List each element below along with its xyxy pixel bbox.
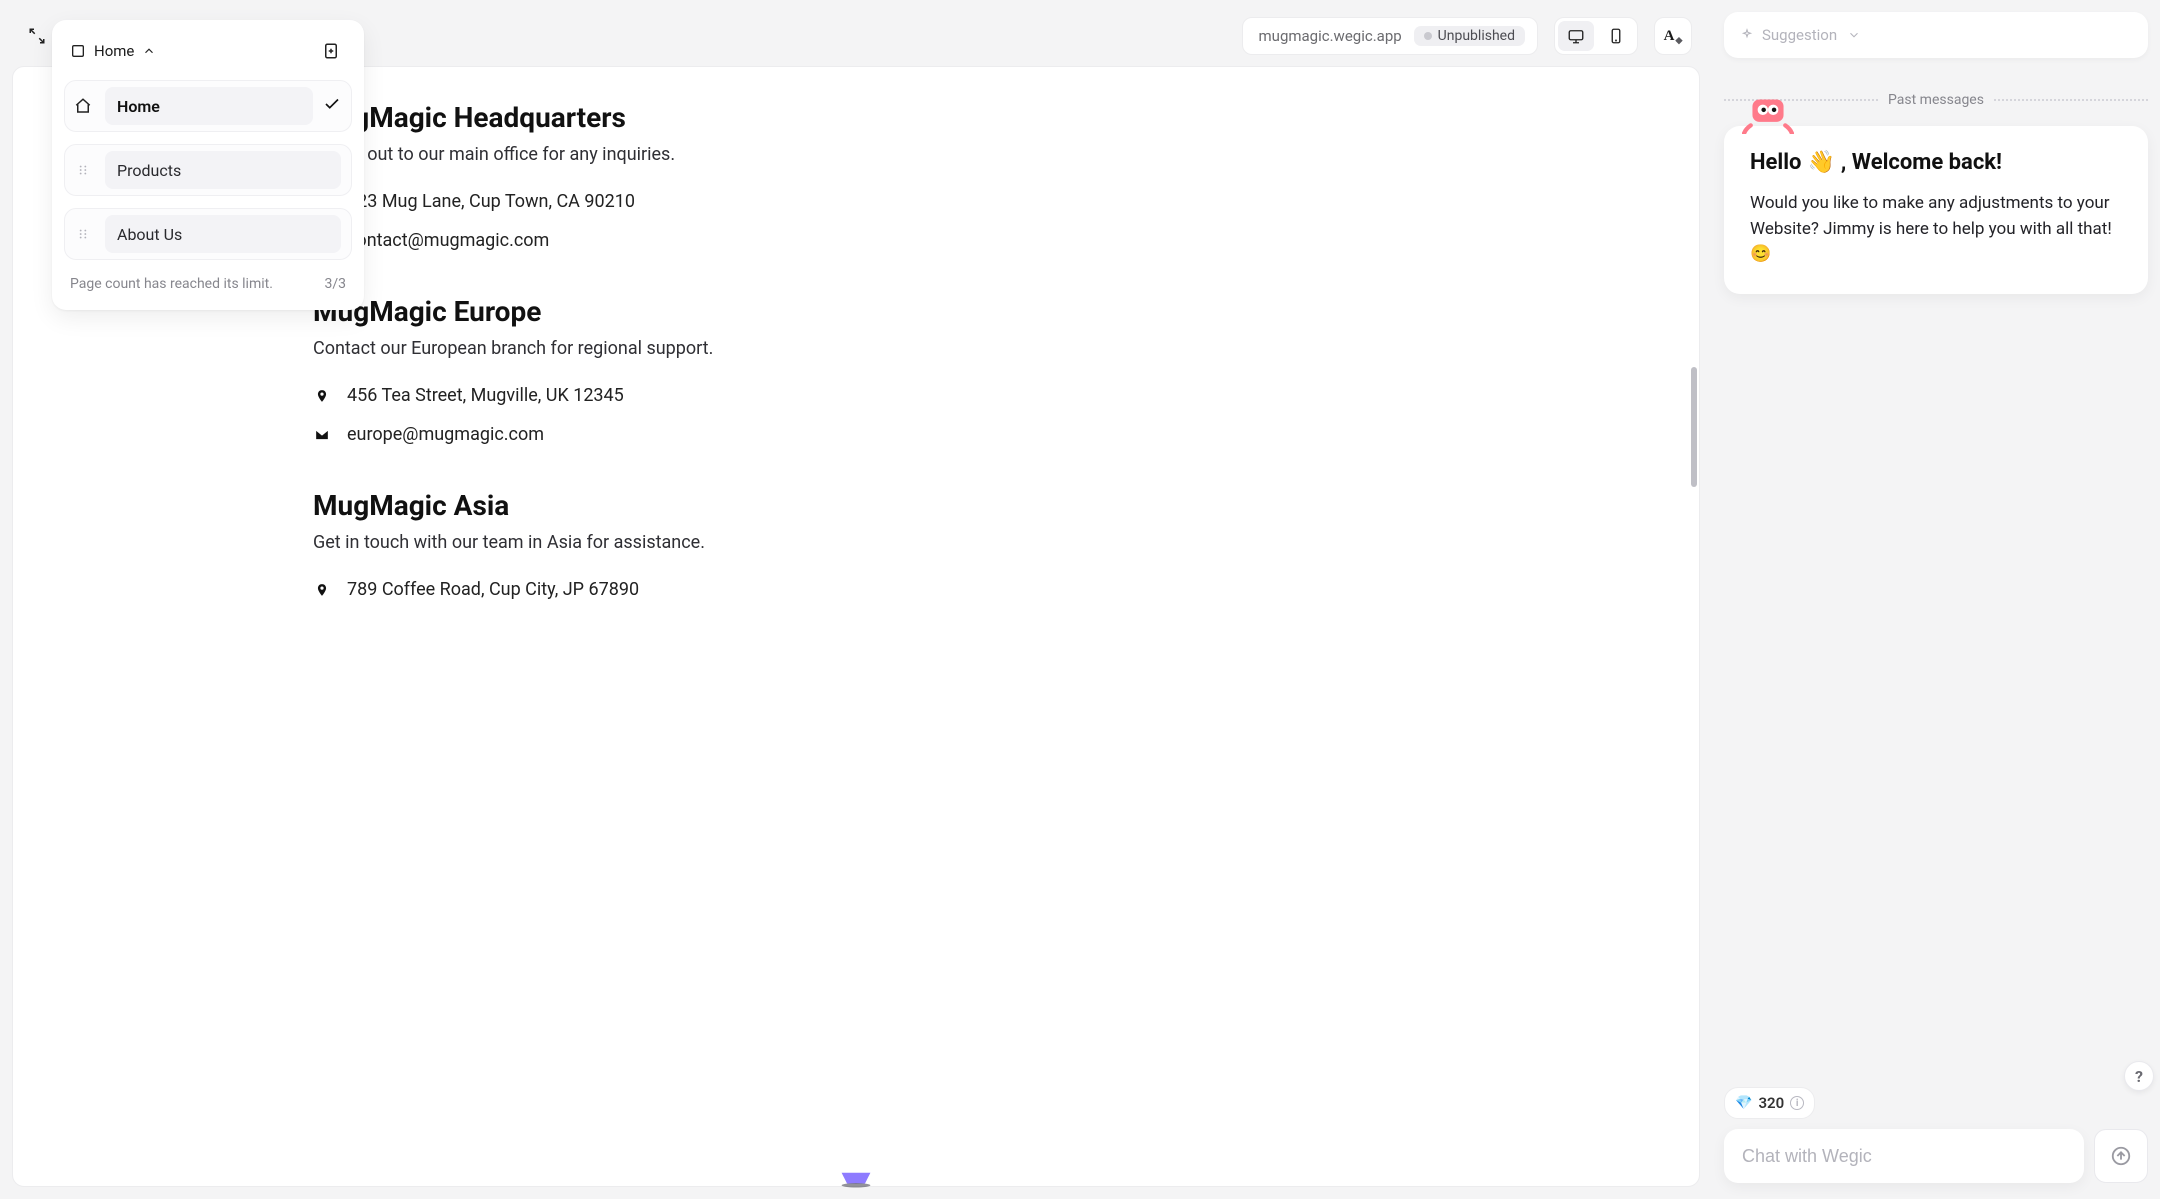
office-email-line: contact@mugmagic.com (313, 230, 1619, 251)
assistant-avatar-icon (1742, 96, 1794, 134)
device-toggle (1554, 17, 1638, 55)
page-item-products[interactable]: Products (64, 144, 352, 196)
expand-icon[interactable] (20, 19, 54, 53)
page-item-label: Home (105, 87, 313, 125)
page-limit-text: Page count has reached its limit. (70, 276, 273, 292)
suggestion-button[interactable]: Suggestion (1724, 12, 2148, 58)
mobile-view-button[interactable] (1598, 21, 1634, 51)
pages-popover-title-label: Home (94, 42, 134, 60)
greeting-suffix: , Welcome back! (1841, 150, 2002, 175)
office-email-line: europe@mugmagic.com (313, 424, 1619, 445)
info-icon[interactable]: i (1790, 1096, 1804, 1110)
office-address: 456 Tea Street, Mugville, UK 12345 (347, 385, 624, 406)
ink-drop-icon: ◆ (1675, 35, 1682, 46)
chat-input[interactable] (1724, 1129, 2084, 1183)
page-item-home[interactable]: Home (64, 80, 352, 132)
send-button[interactable] (2094, 1129, 2148, 1183)
url-text: mugmagic.wegic.app (1259, 27, 1402, 45)
office-subtitle: Get in touch with our team in Asia for a… (313, 532, 1619, 553)
office-address-line: 123 Mug Lane, Cup Town, CA 90210 (313, 191, 1619, 212)
office-block: MugMagic Asia Get in touch with our team… (313, 489, 1619, 600)
office-subtitle: Reach out to our main office for any inq… (313, 144, 1619, 165)
office-title: MugMagic Headquarters (313, 101, 1619, 134)
office-subtitle: Contact our European branch for regional… (313, 338, 1619, 359)
assistant-greeting: Hello 👋 , Welcome back! (1750, 150, 2122, 175)
chat-panel: Suggestion Past messages Hello 👋 , Welco… (1724, 12, 2148, 1187)
wave-emoji-icon: 👋 (1807, 150, 1834, 175)
office-address-line: 789 Coffee Road, Cup City, JP 67890 (313, 579, 1619, 600)
publish-status-chip: Unpublished (1414, 26, 1525, 46)
office-block: MugMagic Headquarters Reach out to our m… (313, 101, 1619, 251)
desktop-view-button[interactable] (1558, 21, 1594, 51)
greeting-prefix: Hello (1750, 150, 1801, 175)
page-item-about[interactable]: About Us (64, 208, 352, 260)
suggestion-label: Suggestion (1762, 26, 1837, 44)
editor-shell: Home mugmagic.wegic.app Unpublished (12, 12, 1700, 1187)
pages-popover-title[interactable]: Home (70, 42, 156, 60)
office-title: MugMagic Europe (313, 295, 1619, 328)
chevron-down-icon (1847, 28, 1861, 42)
check-icon (323, 95, 341, 117)
chat-footer: 💎 320 i (1724, 1087, 2148, 1187)
typography-button[interactable]: A◆ (1654, 17, 1692, 55)
location-icon (313, 582, 331, 598)
pages-popover-header: Home (64, 32, 352, 76)
pages-footer: Page count has reached its limit. 3/3 (64, 270, 352, 292)
mail-icon (313, 427, 331, 443)
sparkle-icon (1740, 28, 1754, 42)
help-button[interactable]: ? (2124, 1061, 2154, 1091)
office-block: MugMagic Europe Contact our European bra… (313, 295, 1619, 445)
office-email: europe@mugmagic.com (347, 424, 544, 445)
pages-list: Home Products About Us (64, 76, 352, 270)
office-title: MugMagic Asia (313, 489, 1619, 522)
office-address: 789 Coffee Road, Cup City, JP 67890 (347, 579, 639, 600)
location-icon (313, 388, 331, 404)
past-messages-label: Past messages (1888, 92, 1984, 108)
add-page-button[interactable] (316, 36, 346, 66)
office-address-line: 456 Tea Street, Mugville, UK 12345 (313, 385, 1619, 406)
gem-icon: 💎 (1735, 1095, 1752, 1111)
office-address: 123 Mug Lane, Cup Town, CA 90210 (347, 191, 635, 212)
url-field[interactable]: mugmagic.wegic.app Unpublished (1242, 17, 1538, 55)
status-dot-icon (1424, 32, 1432, 40)
publish-status-label: Unpublished (1438, 28, 1515, 44)
page-item-label: About Us (105, 215, 341, 253)
pages-popover: Home Home (52, 20, 364, 310)
tray-handle-icon[interactable] (838, 1169, 874, 1189)
drag-handle-icon[interactable] (71, 163, 95, 177)
drag-handle-icon[interactable] (71, 227, 95, 241)
office-email: contact@mugmagic.com (347, 230, 549, 251)
assistant-body: Would you like to make any adjustments t… (1750, 191, 2122, 268)
page-count-text: 3/3 (324, 276, 346, 292)
scrollbar-thumb[interactable] (1691, 367, 1697, 487)
page-item-label: Products (105, 151, 341, 189)
home-icon (71, 97, 95, 115)
assistant-message: Hello 👋 , Welcome back! Would you like t… (1724, 126, 2148, 294)
credits-chip[interactable]: 💎 320 i (1724, 1087, 1815, 1119)
credits-value: 320 (1758, 1094, 1784, 1112)
